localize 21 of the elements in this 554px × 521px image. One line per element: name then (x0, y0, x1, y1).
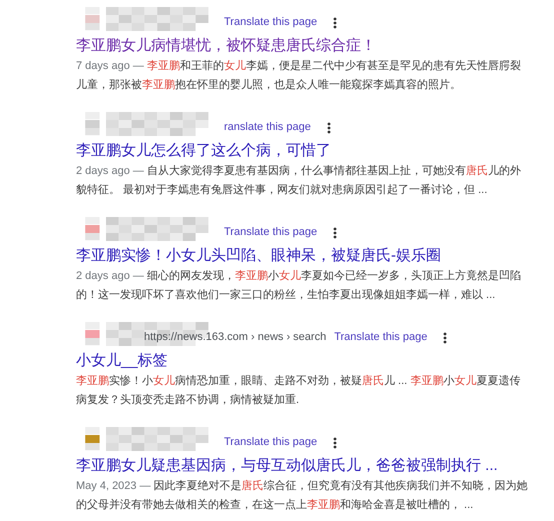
more-options-icon[interactable] (443, 332, 448, 344)
result-snippet: May 4, 2023 — 因此李夏绝对不是唐氏综合征，但究竟有没有其他疾病我们并不知晓，因为她的父母并没有带她去做相关的检查，在这一点上李亚鹏和海哈金喜是被吐槽的， ... (76, 478, 528, 513)
result-snippet: 李亚鹏实惨！小女儿病情恐加重，眼睛、走路不对劲，被疑唐氏儿 ... 李亚鹏小女儿夏夏遗传病复发？头顶变秃走路不协调，病情被疑加重. (76, 374, 522, 408)
translate-link[interactable]: Translate this page (224, 224, 318, 240)
more-options-icon[interactable] (333, 17, 338, 29)
result-snippet: 2 days ago — 细心的网友发现，李亚鹏小女儿李夏如今已经一岁多，头顶正上方竟然是凹陷的！这一发现吓坏了喜欢他们一家三口的粉丝，生怕李夏出现像姐姐李嫣一样，难以 ... (76, 268, 522, 303)
result-snippet: 2 days ago — 自从大家觉得李夏患有基因病，什么事情都往基因上扯，可她没有唐氏儿的外貌特征。 最初对于李嫣患有兔唇这件事，网友们就对患病原因引起了一番讨论，但 ... (76, 164, 522, 198)
translate-link[interactable]: Translate this page (224, 434, 318, 450)
translate-link[interactable]: Translate this page (334, 328, 428, 345)
result-snippet: 7 days ago — 李亚鹏和王菲的女儿李嫣，便是星二代中少有甚至是罕见的患有先天性唇腭裂儿童，那张被李亚鹏抱在怀里的婴儿照，也是众人唯一能窥探李嫣真容的照片。 (76, 58, 522, 93)
result-title[interactable]: 李亚鹏女儿病情堪忧，被怀疑患唐氏综合症！ (76, 35, 554, 57)
result-title[interactable]: 李亚鹏女儿疑患基因病，与母互动似唐氏儿，爸爸被强制执行 ... (76, 455, 554, 477)
more-options-icon[interactable] (333, 227, 338, 239)
more-options-icon[interactable] (333, 437, 338, 449)
result-title[interactable]: 李亚鹏女儿怎么得了这么个病，可惜了 (76, 140, 554, 162)
translate-link[interactable]: ranslate this page (224, 118, 311, 135)
result-title[interactable]: 小女儿__标签 (76, 350, 554, 372)
result-url: https://news.163.com › news › search (144, 330, 326, 344)
result-title[interactable]: 李亚鹏实惨！小女儿头凹陷、眼神呆，被疑唐氏-娱乐圈 (76, 245, 554, 267)
more-options-icon[interactable] (326, 122, 331, 134)
translate-link[interactable]: Translate this page (224, 14, 318, 30)
